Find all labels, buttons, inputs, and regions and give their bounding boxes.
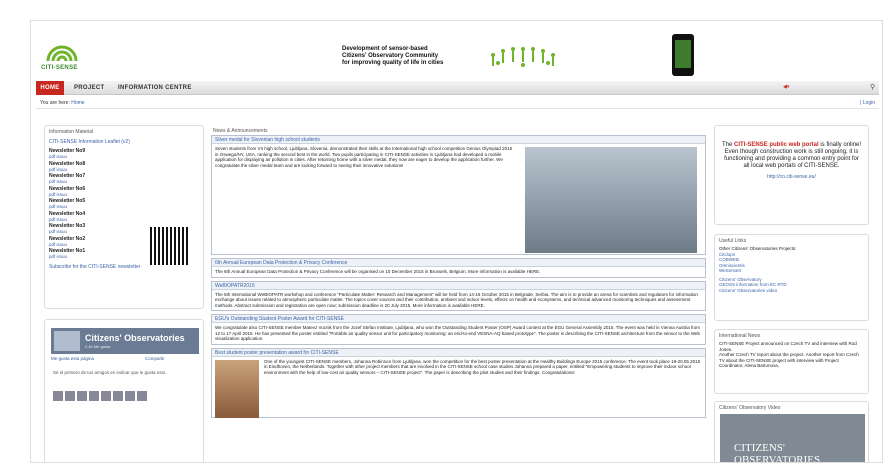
newsletter-issuu-link[interactable]: issuu bbox=[57, 192, 68, 197]
facebook-widget: Citizens' Observatories 2.40 Me gusta Me… bbox=[44, 319, 204, 462]
language-dropdown-icon[interactable]: ◀▾ bbox=[783, 84, 789, 90]
newsletter-issuu-link[interactable]: issuu bbox=[57, 179, 68, 184]
useful-link[interactable]: Citizens' Observatories video bbox=[719, 288, 864, 294]
newsletter-issuu-link[interactable]: issuu bbox=[57, 254, 68, 259]
facebook-share-button[interactable]: Compartir bbox=[145, 356, 165, 361]
news-article-body: Seven students from VII high school, Lju… bbox=[215, 146, 513, 168]
search-icon[interactable]: ⚲ bbox=[870, 83, 875, 91]
news-article: Best student poster presentation award f… bbox=[211, 347, 706, 418]
newsletter-issuu-link[interactable]: issuu bbox=[57, 167, 68, 172]
international-news-item: Another Czech TV report about the projec… bbox=[719, 352, 859, 368]
facebook-friends-text: Sé el primero de tus amigos en indicar q… bbox=[53, 370, 167, 375]
news-article: Silver medal for Slovenian high school s… bbox=[211, 135, 706, 255]
international-news-item: CITI-SENSE Project announced on Czech TV… bbox=[719, 341, 857, 352]
news-article-body: One of the youngest CITI-SENSE members, … bbox=[264, 358, 701, 375]
portal-text: The CITI-SENSE public web portal is fina… bbox=[721, 142, 862, 169]
news-article-photo bbox=[525, 147, 697, 253]
tagline: Development of sensor-based Citizens' Ob… bbox=[342, 46, 444, 66]
newsletter-item: Newsletter No8 pdf issuu bbox=[49, 161, 199, 173]
citizens-circle-icon bbox=[491, 47, 555, 67]
news-column: News & Announcements Silver medal for Sl… bbox=[211, 125, 706, 462]
news-article-title[interactable]: EGU's Outstanding Student Poster Award f… bbox=[212, 315, 705, 323]
newsletter-issuu-link[interactable]: issuu bbox=[57, 154, 68, 159]
newsletter-issuu-link[interactable]: issuu bbox=[57, 242, 68, 247]
avatar bbox=[53, 391, 63, 401]
video-overlay-text: CITIZENS' OBSERVATORIES bbox=[734, 442, 821, 463]
smartphone-icon bbox=[672, 34, 694, 76]
newsletter-issuu-link[interactable]: issuu bbox=[57, 204, 68, 209]
news-article-body: The 6th Annual European Data Protection … bbox=[215, 269, 541, 274]
avatar bbox=[137, 391, 147, 401]
video-thumbnail[interactable]: CITIZENS' OBSERVATORIES bbox=[720, 414, 865, 463]
video-title: Citizens' Observatory Video bbox=[719, 405, 781, 411]
portal-box: The CITI-SENSE public web portal is fina… bbox=[714, 125, 869, 225]
information-material-title: Information Material bbox=[49, 129, 94, 135]
qr-code-icon bbox=[150, 227, 188, 265]
international-news-box: International News CITI-SENSE Project an… bbox=[714, 329, 869, 394]
news-article: WeBIOPATR2015 The 5th International WeBIO… bbox=[211, 280, 706, 311]
newsletter-item: Newsletter No4 pdf issuu bbox=[49, 211, 199, 223]
news-article: 6th Annual European Data Protection & Pr… bbox=[211, 258, 706, 278]
nav-project[interactable]: PROJECT bbox=[74, 81, 104, 95]
newsletter-item: Newsletter No5 pdf issuu bbox=[49, 198, 199, 210]
logo-text: CITI-SENSE bbox=[41, 65, 78, 71]
newsletter-item: Newsletter No7 pdf issuu bbox=[49, 173, 199, 185]
news-article-title[interactable]: WeBIOPATR2015 bbox=[212, 281, 705, 290]
news-article-title[interactable]: Silver medal for Slovenian high school s… bbox=[212, 136, 705, 144]
international-news-title: International News bbox=[719, 333, 761, 339]
login-link[interactable]: Login bbox=[863, 100, 875, 106]
facebook-banner[interactable]: Citizens' Observatories 2.40 Me gusta bbox=[51, 328, 199, 354]
newsletter-issuu-link[interactable]: issuu bbox=[57, 229, 68, 234]
facebook-avatars bbox=[53, 391, 147, 401]
avatar bbox=[113, 391, 123, 401]
news-article-body: We congratulate also CITI-SENSE member M… bbox=[215, 325, 701, 341]
news-article: EGU's Outstanding Student Poster Award f… bbox=[211, 314, 706, 345]
news-article-photo bbox=[215, 359, 259, 418]
avatar bbox=[89, 391, 99, 401]
nav-information-centre[interactable]: INFORMATION CENTRE bbox=[118, 81, 192, 95]
avatar bbox=[77, 391, 87, 401]
information-material-box: Information Material CITI-SENSE Informat… bbox=[44, 125, 204, 309]
news-article-title[interactable]: 6th Annual European Data Protection & Pr… bbox=[212, 259, 705, 267]
avatar bbox=[101, 391, 111, 401]
articles-list: Silver medal for Slovenian high school s… bbox=[211, 135, 706, 421]
newsletter-item: Newsletter No6 pdf issuu bbox=[49, 186, 199, 198]
breadcrumb: You are here: Home | Login bbox=[36, 98, 879, 109]
facebook-like-button[interactable]: Me gusta esta página bbox=[51, 356, 94, 361]
video-box: Citizens' Observatory Video CITIZENS' OB… bbox=[714, 401, 869, 463]
newsletter-item: Newsletter No9 pdf issuu bbox=[49, 148, 199, 160]
leaflet-link[interactable]: CITI-SENSE Information Leaflet (v2) bbox=[49, 139, 199, 145]
page: CITI-SENSE Development of sensor-based C… bbox=[30, 20, 883, 463]
logo-arcs-icon bbox=[46, 45, 78, 62]
nav-home[interactable]: HOME bbox=[36, 81, 64, 95]
news-article-title[interactable]: Best student poster presentation award f… bbox=[212, 348, 705, 357]
breadcrumb-home[interactable]: Home bbox=[71, 100, 84, 106]
news-article-body: The 5th International WeBIOPATR workshop… bbox=[215, 291, 698, 308]
citi-sense-logo[interactable]: CITI-SENSE bbox=[38, 35, 86, 75]
avatar bbox=[125, 391, 135, 401]
useful-links-title: Useful Links bbox=[719, 238, 747, 244]
facebook-likes-count: 2.40 Me gusta bbox=[85, 344, 111, 349]
portal-link[interactable]: http://co.citi-sense.eu/ bbox=[715, 174, 868, 180]
avatar bbox=[65, 391, 75, 401]
facebook-page-title: Citizens' Observatories bbox=[85, 333, 185, 343]
main-nav: HOME PROJECT INFORMATION CENTRE ◀▾ ⚲ bbox=[36, 81, 879, 95]
newsletter-issuu-link[interactable]: issuu bbox=[57, 217, 68, 222]
facebook-page-thumbnail bbox=[54, 331, 80, 351]
useful-links-box: Useful Links Other Citizens' Observatori… bbox=[714, 234, 869, 321]
